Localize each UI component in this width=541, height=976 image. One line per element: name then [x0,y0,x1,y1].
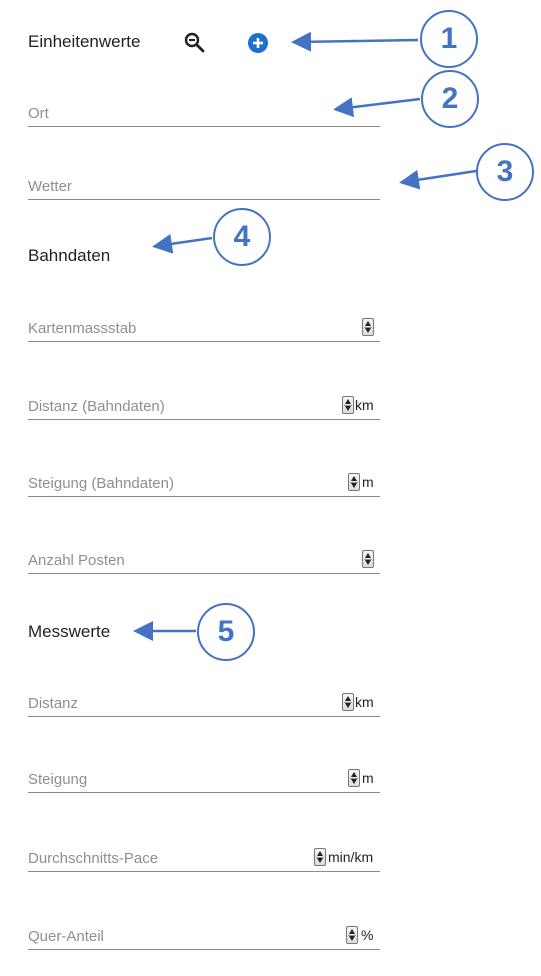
arrow-3 [399,169,477,190]
callout-1: 1 [420,10,478,68]
annotation-arrows [133,31,477,641]
arrow-2 [333,97,421,118]
arrow-4 [152,233,213,254]
callout-5: 5 [197,603,255,661]
callout-4: 4 [213,208,271,266]
arrow-1 [291,31,419,52]
callout-3: 3 [476,143,534,201]
callout-2: 2 [421,70,479,128]
